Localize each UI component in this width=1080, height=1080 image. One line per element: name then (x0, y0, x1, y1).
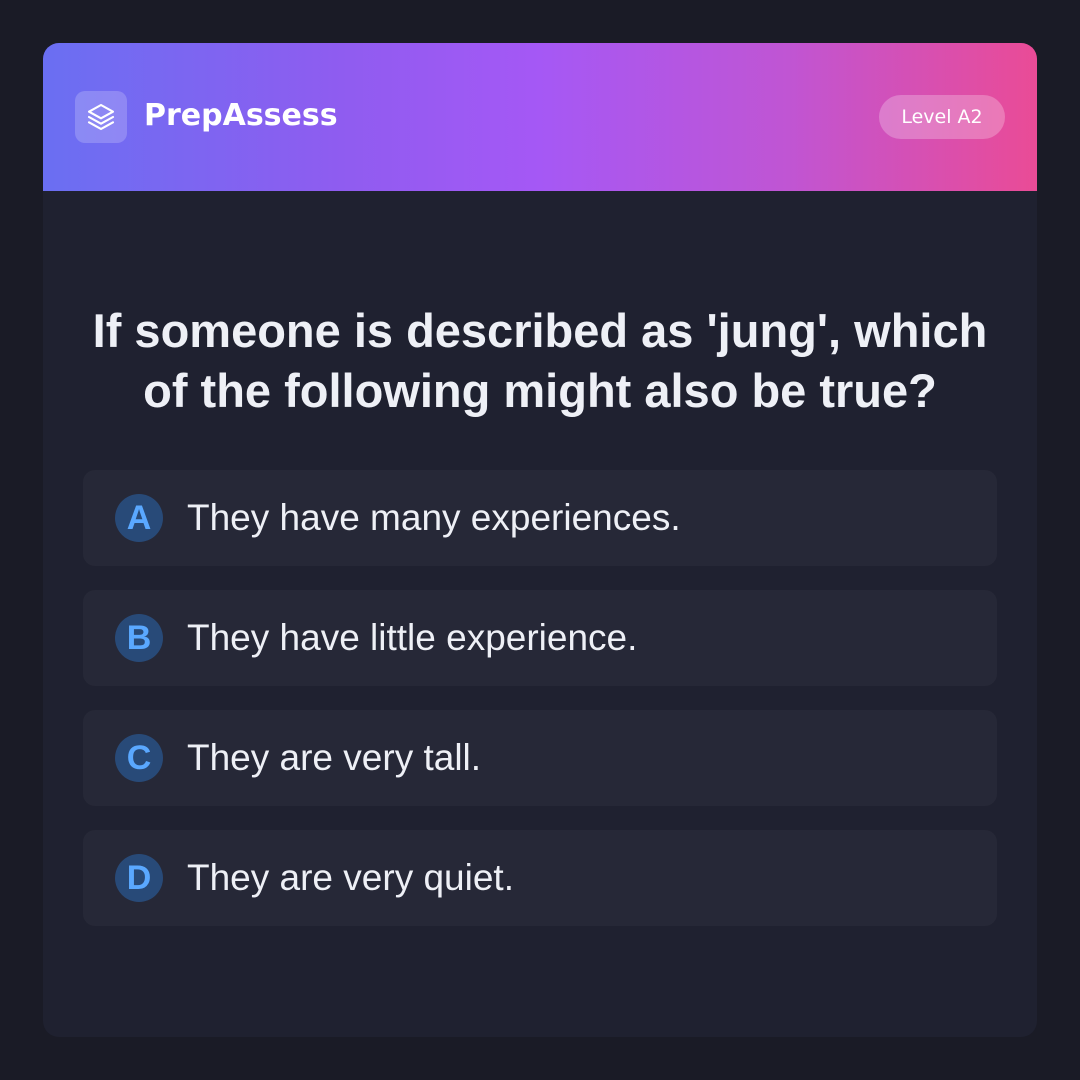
option-text: They have little experience. (187, 617, 638, 658)
answer-option-a[interactable]: A They have many experiences. (83, 470, 997, 566)
answer-option-b[interactable]: B They have little experience. (83, 590, 997, 686)
quiz-card: PrepAssess Level A2 If someone is descri… (43, 43, 1037, 1037)
option-letter: A (115, 494, 163, 542)
logo (75, 91, 127, 143)
option-text: They are very quiet. (187, 857, 514, 898)
option-letter: D (115, 854, 163, 902)
brand-name: PrepAssess (144, 98, 338, 133)
answer-option-c[interactable]: C They are very tall. (83, 710, 997, 806)
option-text: They have many experiences. (187, 497, 681, 538)
option-text: They are very tall. (187, 737, 482, 778)
answer-option-d[interactable]: D They are very quiet. (83, 830, 997, 926)
level-badge: Level A2 (879, 95, 1005, 139)
header-bar: PrepAssess Level A2 (43, 43, 1037, 191)
question-text: If someone is described as 'jung', which… (92, 304, 988, 417)
option-letter: C (115, 734, 163, 782)
layers-icon (87, 103, 115, 131)
option-letter: B (115, 614, 163, 662)
